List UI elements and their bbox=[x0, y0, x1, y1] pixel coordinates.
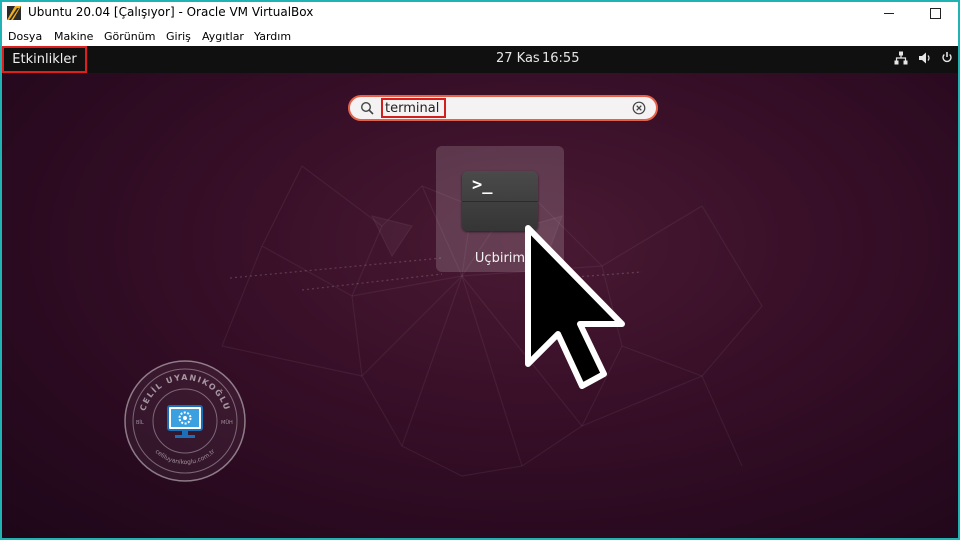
network-icon[interactable] bbox=[894, 51, 908, 65]
activities-button[interactable]: Etkinlikler bbox=[2, 46, 87, 73]
minimize-button[interactable] bbox=[866, 2, 912, 24]
menu-makine[interactable]: Makine bbox=[54, 30, 93, 43]
maximize-button[interactable] bbox=[912, 2, 958, 24]
guest-screen[interactable]: Etkinlikler 27 Kas 16:55 terminal >_ Uçb… bbox=[2, 46, 958, 538]
volume-icon[interactable] bbox=[918, 51, 932, 65]
logo-right-tag: MÜH bbox=[221, 419, 233, 426]
minimize-icon bbox=[884, 12, 894, 14]
clear-search-icon[interactable] bbox=[632, 101, 646, 115]
menu-giris[interactable]: Giriş bbox=[166, 30, 191, 43]
window-titlebar: Ubuntu 20.04 [Çalışıyor] - Oracle VM Vir… bbox=[2, 2, 958, 24]
search-input[interactable] bbox=[381, 98, 446, 118]
pointer-cursor-icon bbox=[525, 225, 625, 389]
virtualbox-menubar: Dosya Makine Görünüm Giriş Aygıtlar Yard… bbox=[2, 26, 958, 46]
menu-aygitlar[interactable]: Aygıtlar bbox=[202, 30, 244, 43]
menu-yardim[interactable]: Yardım bbox=[254, 30, 291, 43]
clock-date[interactable]: 27 Kas bbox=[496, 51, 540, 66]
clock-time[interactable]: 16:55 bbox=[542, 51, 579, 66]
window-title: Ubuntu 20.04 [Çalışıyor] - Oracle VM Vir… bbox=[28, 5, 314, 19]
virtualbox-window: Ubuntu 20.04 [Çalışıyor] - Oracle VM Vir… bbox=[2, 2, 958, 538]
power-menu-icon[interactable] bbox=[942, 51, 952, 65]
logo-left-tag: BİL bbox=[136, 419, 144, 426]
search-icon bbox=[360, 101, 374, 115]
menu-gorunum[interactable]: Görünüm bbox=[104, 30, 155, 43]
system-tray[interactable] bbox=[894, 51, 952, 65]
menu-dosya[interactable]: Dosya bbox=[8, 30, 42, 43]
terminal-prompt-glyph: >_ bbox=[472, 175, 493, 195]
gnome-top-bar: Etkinlikler 27 Kas 16:55 bbox=[2, 46, 958, 73]
maximize-icon bbox=[929, 7, 941, 19]
virtualbox-app-icon bbox=[7, 6, 21, 20]
activities-search-box[interactable] bbox=[348, 95, 658, 121]
celil-uyanikoglu-logo: CELİL UYANIKOĞLU celiluyanikoglu.com.tr … bbox=[124, 360, 246, 482]
